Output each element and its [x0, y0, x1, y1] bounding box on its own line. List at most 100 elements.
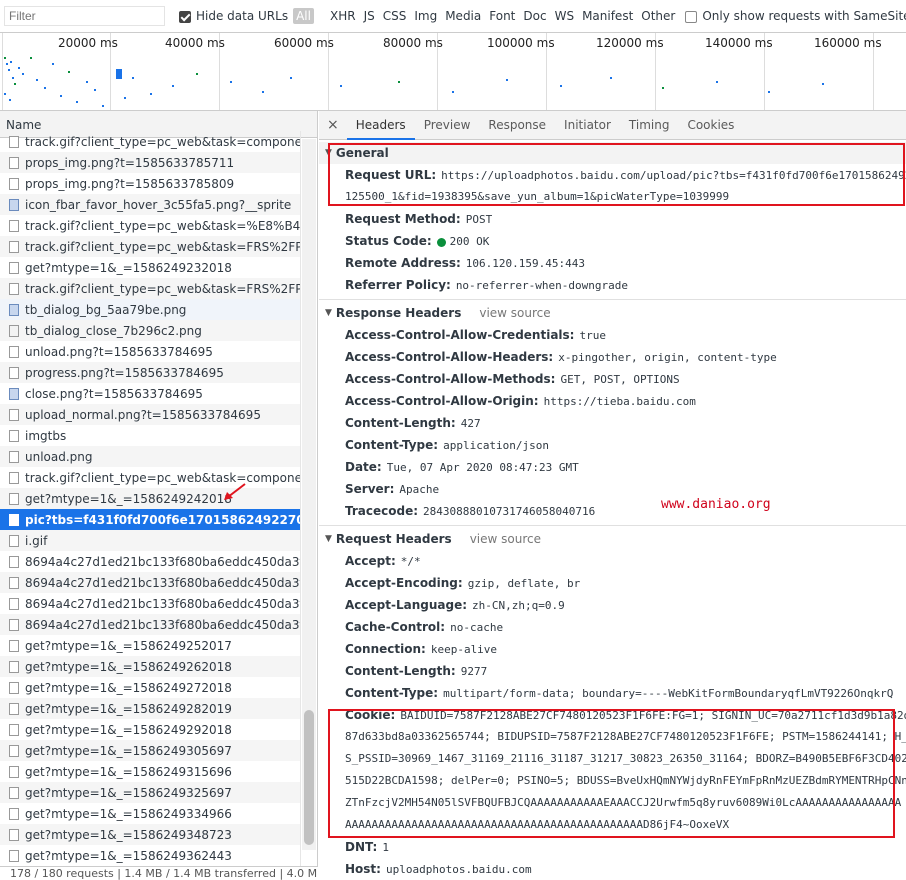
request-headers-section-header[interactable]: ▼ Request Headers view source [319, 528, 906, 550]
hide-data-urls-checkbox[interactable] [179, 11, 191, 23]
section-divider [319, 299, 906, 300]
response-headers-title: Response Headers [335, 306, 462, 320]
request-row[interactable]: get?mtype=1&_=1586249362443 [0, 845, 301, 866]
timeline-request-mark [8, 69, 10, 71]
request-url-value: https://uploadphotos.baidu.com/upload/pi… [441, 168, 906, 182]
tab-cookies[interactable]: Cookies [678, 111, 743, 140]
filter-font[interactable]: Font [489, 9, 515, 23]
request-row[interactable]: track.gif?client_type=pc_web&task=%E8%B4… [0, 215, 301, 236]
request-row[interactable]: close.png?t=1585633784695 [0, 383, 301, 404]
request-row[interactable]: props_img.png?t=1585633785809 [0, 173, 301, 194]
timeline-request-mark [610, 77, 612, 79]
samesite-toggle[interactable]: Only show requests with SameSite issues [679, 9, 906, 23]
request-row[interactable]: i.gif [0, 530, 301, 551]
header-value: no-cache [450, 620, 504, 634]
filter-js[interactable]: JS [364, 9, 375, 23]
request-row[interactable]: get?mtype=1&_=1586249262018 [0, 656, 301, 677]
request-row[interactable]: 8694a4c27d1ed21bc133f680ba6eddc450da3fd9… [0, 572, 301, 593]
header-key: Server: [345, 482, 395, 496]
tab-headers[interactable]: Headers [346, 111, 415, 140]
filter-input[interactable] [4, 6, 165, 26]
header-value: application/json [443, 438, 550, 452]
request-row[interactable]: 8694a4c27d1ed21bc133f680ba6eddc450da3fd9… [0, 551, 301, 572]
response-view-source-link[interactable]: view source [479, 306, 550, 320]
filter-other[interactable]: Other [641, 9, 675, 23]
request-name: track.gif?client_type=pc_web&task=compon… [25, 134, 300, 149]
header-key: Referrer Policy: [345, 278, 451, 292]
tab-timing[interactable]: Timing [620, 111, 679, 140]
timeline-request-mark [716, 81, 718, 83]
request-name: 8694a4c27d1ed21bc133f680ba6eddc450da3fd9… [25, 617, 301, 632]
samesite-checkbox[interactable] [685, 11, 698, 23]
header-key: Accept-Language: [345, 598, 468, 612]
header-field-row: Accept-Encoding: gzip, deflate, br [319, 572, 906, 594]
timeline-request-mark [10, 61, 12, 63]
response-headers-section-header[interactable]: ▼ Response Headers view source [319, 302, 906, 324]
filter-ws[interactable]: WS [555, 9, 574, 23]
filter-css[interactable]: CSS [383, 9, 407, 23]
request-row[interactable]: 8694a4c27d1ed21bc133f680ba6eddc450da3fd9… [0, 593, 301, 614]
document-file-icon [9, 555, 19, 568]
request-row[interactable]: track.gif?client_type=pc_web&task=FRS%2F… [0, 236, 301, 257]
request-row[interactable]: imgtbs [0, 425, 301, 446]
request-view-source-link[interactable]: view source [470, 532, 541, 546]
header-key: Request Method: [345, 212, 461, 226]
request-row[interactable]: upload_normal.png?t=1585633784695 [0, 404, 301, 425]
request-row[interactable]: unload.png?t=1585633784695 [0, 341, 301, 362]
request-row[interactable]: get?mtype=1&_=1586249325697 [0, 782, 301, 803]
document-file-icon [9, 492, 19, 505]
document-file-icon [9, 513, 19, 526]
request-name: track.gif?client_type=pc_web&task=FRS%2F… [25, 239, 300, 254]
request-row[interactable]: progress.png?t=1585633784695 [0, 362, 301, 383]
header-value: */* [400, 554, 421, 568]
tab-initiator[interactable]: Initiator [555, 111, 620, 140]
filter-doc[interactable]: Doc [523, 9, 546, 23]
document-file-icon [9, 135, 19, 148]
scrollbar-thumb[interactable] [304, 710, 314, 845]
general-section-header[interactable]: ▼ General [319, 142, 906, 164]
request-name: unload.png?t=1585633784695 [25, 344, 213, 359]
request-row[interactable]: get?mtype=1&_=1586249252017 [0, 635, 301, 656]
request-row[interactable]: get?mtype=1&_=1586249315696 [0, 761, 301, 782]
request-row[interactable]: track.gif?client_type=pc_web&task=FRS%2F… [0, 278, 301, 299]
document-file-icon [9, 597, 19, 610]
request-row[interactable]: get?mtype=1&_=1586249272018 [0, 677, 301, 698]
request-row[interactable]: get?mtype=1&_=1586249334966 [0, 803, 301, 824]
request-row[interactable]: tb_dialog_close_7b296c2.png [0, 320, 301, 341]
header-value: Tue, 07 Apr 2020 08:47:23 GMT [386, 460, 579, 474]
filter-xhr[interactable]: XHR [330, 9, 356, 23]
request-row[interactable]: get?mtype=1&_=1586249305697 [0, 740, 301, 761]
request-row[interactable]: get?mtype=1&_=1586249348723 [0, 824, 301, 845]
request-row[interactable]: 8694a4c27d1ed21bc133f680ba6eddc450da3fd9… [0, 614, 301, 635]
request-name: get?mtype=1&_=1586249348723 [25, 827, 232, 842]
filter-img[interactable]: Img [414, 9, 437, 23]
timeline-overview[interactable]: 20000 ms 40000 ms 60000 ms 80000 ms 1000… [0, 32, 906, 111]
tab-preview[interactable]: Preview [415, 111, 480, 140]
request-row[interactable]: icon_fbar_favor_hover_3c55fa5.png?__spri… [0, 194, 301, 215]
request-row[interactable]: track.gif?client_type=pc_web&task=compon… [0, 131, 301, 152]
request-row[interactable]: get?mtype=1&_=1586249232018 [0, 257, 301, 278]
request-name: track.gif?client_type=pc_web&task=%E8%B4… [25, 218, 301, 233]
request-row[interactable]: get?mtype=1&_=1586249282019 [0, 698, 301, 719]
document-file-icon [9, 828, 19, 841]
request-row[interactable]: track.gif?client_type=pc_web&task=compon… [0, 467, 301, 488]
filter-media[interactable]: Media [445, 9, 481, 23]
header-field-row: Connection: keep-alive [319, 638, 906, 660]
filter-manifest[interactable]: Manifest [582, 9, 633, 23]
header-value: Apache [399, 482, 440, 496]
close-details-icon[interactable]: × [327, 117, 339, 133]
details-tabbar: × Headers Preview Response Initiator Tim… [319, 111, 906, 140]
filter-all-button[interactable]: All [293, 8, 314, 24]
header-field-row: Status Code: 200 OK [319, 230, 906, 252]
document-file-icon [9, 660, 19, 673]
header-key: Status Code: [345, 234, 432, 248]
request-row[interactable]: get?mtype=1&_=1586249242018 [0, 488, 301, 509]
tab-response[interactable]: Response [479, 111, 555, 140]
request-row[interactable]: get?mtype=1&_=1586249292018 [0, 719, 301, 740]
request-row[interactable]: unload.png [0, 446, 301, 467]
image-file-icon [9, 387, 19, 400]
hide-data-urls-toggle[interactable]: Hide data URLs [165, 9, 288, 23]
request-row[interactable]: props_img.png?t=1585633785711 [0, 152, 301, 173]
request-row[interactable]: tb_dialog_bg_5aa79be.png [0, 299, 301, 320]
request-row-selected[interactable]: pic?tbs=f431f0fd700f6e170158624922701255… [0, 509, 301, 530]
